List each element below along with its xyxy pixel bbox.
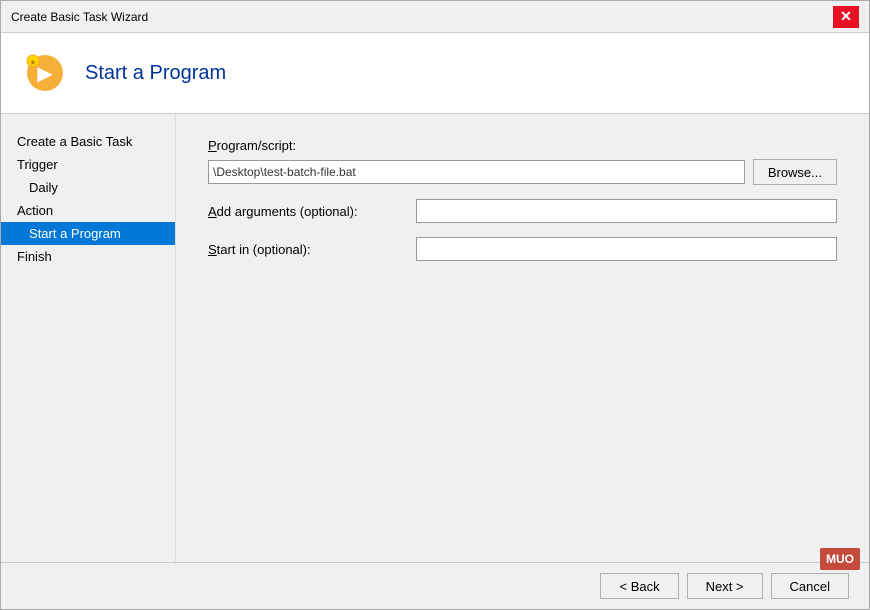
sidebar-item-trigger[interactable]: Trigger — [1, 153, 175, 176]
sidebar-item-create-basic-task[interactable]: Create a Basic Task — [1, 130, 175, 153]
next-button[interactable]: Next > — [687, 573, 763, 599]
header-title: Start a Program — [85, 62, 226, 85]
svg-text:★: ★ — [29, 58, 36, 67]
sidebar-item-daily[interactable]: Daily — [1, 176, 175, 199]
add-arguments-input[interactable] — [416, 199, 837, 223]
sidebar-item-start-a-program[interactable]: Start a Program — [1, 222, 175, 245]
cancel-button[interactable]: Cancel — [771, 573, 849, 599]
program-icon: ▶ ★ — [21, 49, 69, 97]
main-content: Program/script: Browse... Add arguments … — [176, 114, 869, 562]
start-in-label: Start in (optional): — [208, 242, 408, 257]
sidebar-item-action[interactable]: Action — [1, 199, 175, 222]
sidebar: Create a Basic Task Trigger Daily Action… — [1, 114, 176, 562]
start-in-row: Start in (optional): — [208, 237, 837, 261]
browse-button[interactable]: Browse... — [753, 159, 837, 185]
program-script-label: Program/script: — [208, 138, 296, 153]
back-button[interactable]: < Back — [600, 573, 678, 599]
program-script-row: Browse... — [208, 159, 837, 185]
dialog-title: Create Basic Task Wizard — [11, 10, 148, 24]
svg-text:▶: ▶ — [37, 63, 53, 85]
header-section: ▶ ★ Start a Program — [1, 33, 869, 114]
add-arguments-row: Add arguments (optional): — [208, 199, 837, 223]
program-script-input[interactable] — [208, 160, 745, 184]
add-arguments-label: Add arguments (optional): — [208, 204, 408, 219]
sidebar-item-finish[interactable]: Finish — [1, 245, 175, 268]
footer: < Back Next > Cancel — [1, 562, 869, 609]
close-button[interactable]: ✕ — [833, 6, 859, 28]
program-script-label-row: Program/script: — [208, 138, 837, 153]
start-in-input[interactable] — [416, 237, 837, 261]
content-area: Create a Basic Task Trigger Daily Action… — [1, 114, 869, 562]
watermark: MUO — [820, 548, 860, 570]
title-bar: Create Basic Task Wizard ✕ — [1, 1, 869, 33]
